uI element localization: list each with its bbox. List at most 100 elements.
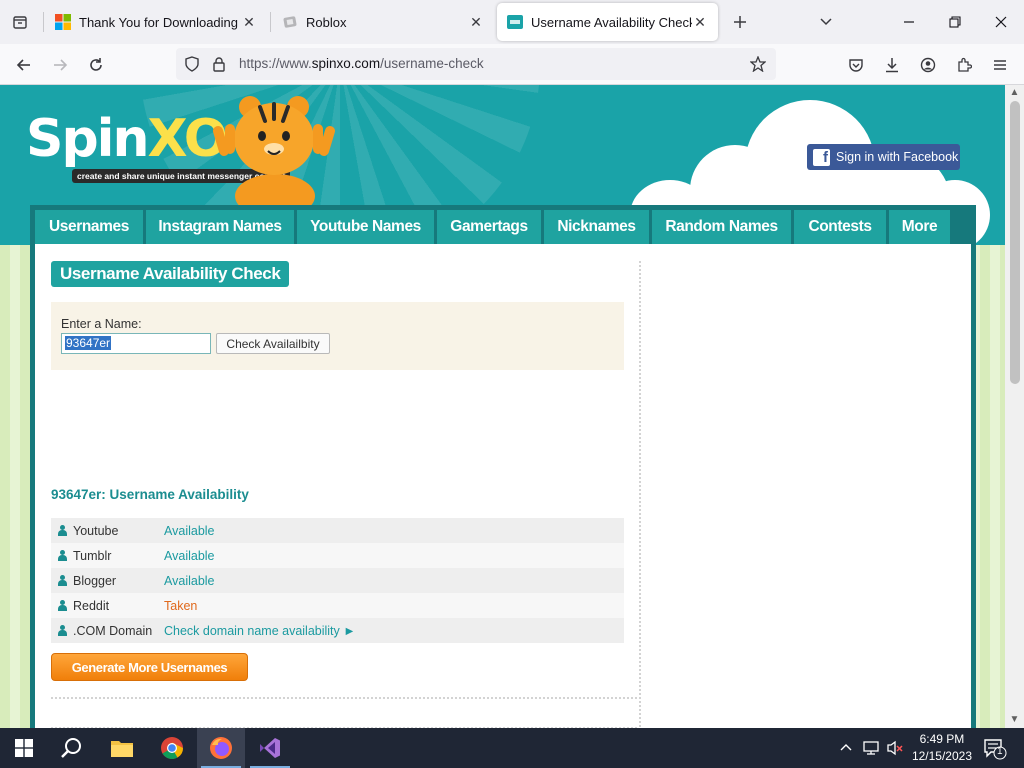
downloads-icon[interactable] bbox=[877, 50, 907, 80]
windows-taskbar: 6:49 PM 12/15/2023 1 bbox=[0, 728, 1024, 768]
scroll-up-icon[interactable]: ▲ bbox=[1008, 88, 1021, 98]
user-icon bbox=[58, 625, 67, 636]
facebook-signin-button[interactable]: f Sign in with Facebook bbox=[807, 144, 960, 170]
column-divider bbox=[639, 261, 641, 728]
tab-title: Username Availability Check bbox=[531, 14, 692, 30]
tab-username-check[interactable]: Username Availability Check ✕ bbox=[497, 3, 718, 41]
menu-item-contests[interactable]: Contests bbox=[794, 210, 886, 244]
microsoft-icon bbox=[55, 14, 71, 30]
check-availability-button[interactable]: Check Availailbity bbox=[216, 333, 330, 354]
divider bbox=[51, 697, 637, 699]
status-available[interactable]: Available bbox=[164, 574, 215, 588]
scroll-thumb[interactable] bbox=[1010, 101, 1020, 384]
lock-icon[interactable] bbox=[212, 56, 226, 77]
tab-thank-you[interactable]: Thank You for Downloading Vis ✕ bbox=[45, 3, 267, 41]
close-tab-icon[interactable]: ✕ bbox=[241, 14, 257, 31]
status-available[interactable]: Available bbox=[164, 524, 215, 538]
clock-time: 6:49 PM bbox=[919, 732, 965, 746]
show-hidden-icons-icon[interactable] bbox=[839, 740, 853, 757]
scroll-down-icon[interactable]: ▼ bbox=[1008, 715, 1021, 725]
site-name: .COM Domain bbox=[73, 623, 153, 638]
user-icon bbox=[58, 525, 67, 536]
clock-date: 12/15/2023 bbox=[911, 749, 972, 763]
status-taken: Taken bbox=[164, 598, 198, 613]
site-logo[interactable]: SpinXO bbox=[26, 109, 228, 169]
menu-item-usernames[interactable]: Usernames bbox=[35, 210, 143, 244]
tab-title: Thank You for Downloading Vis bbox=[79, 14, 241, 30]
web-page: SpinXO create and share unique instant m… bbox=[0, 85, 1005, 728]
site-name: Tumblr bbox=[73, 548, 112, 563]
site-name: Youtube bbox=[73, 523, 119, 538]
site-name: Blogger bbox=[73, 573, 117, 588]
page-scrollbar[interactable]: ▲ ▼ bbox=[1005, 85, 1024, 728]
bookmark-star-icon[interactable] bbox=[749, 55, 767, 77]
generate-more-usernames-button[interactable]: Generate More Usernames bbox=[51, 653, 248, 681]
tab-separator bbox=[270, 12, 271, 32]
results-table: Youtube Available Tumblr Available Blogg… bbox=[51, 518, 624, 643]
table-row: Reddit Taken bbox=[51, 593, 624, 618]
minimize-icon[interactable] bbox=[886, 0, 932, 44]
volume-muted-icon[interactable] bbox=[886, 740, 904, 759]
system-clock[interactable]: 6:49 PM 12/15/2023 bbox=[912, 731, 972, 765]
tab-bar: Thank You for Downloading Vis ✕ Roblox ✕… bbox=[0, 0, 1024, 44]
tab-separator bbox=[43, 12, 44, 32]
search-icon[interactable] bbox=[48, 728, 96, 768]
new-tab-icon[interactable] bbox=[717, 0, 763, 44]
table-row: Youtube Available bbox=[51, 518, 624, 543]
close-tab-icon[interactable]: ✕ bbox=[468, 14, 484, 31]
menu-item-instagram-names[interactable]: Instagram Names bbox=[146, 210, 294, 244]
url-bar[interactable]: https://www.spinxo.com/username-check bbox=[176, 48, 776, 80]
spinxo-icon bbox=[507, 15, 523, 29]
network-icon[interactable] bbox=[862, 740, 880, 759]
close-window-icon[interactable] bbox=[978, 0, 1024, 44]
tab-roblox[interactable]: Roblox ✕ bbox=[272, 3, 494, 41]
chrome-icon[interactable] bbox=[148, 728, 196, 768]
tab-title: Roblox bbox=[306, 14, 347, 30]
main-column: Username Availability Check Enter a Name… bbox=[51, 261, 637, 728]
username-check-form: Enter a Name: 93647er Check Availailbity bbox=[51, 302, 624, 370]
page-title: Username Availability Check bbox=[51, 261, 290, 287]
facebook-signin-label: Sign in with Facebook bbox=[836, 150, 959, 164]
menu-item-random-names[interactable]: Random Names bbox=[652, 210, 791, 244]
name-field-label: Enter a Name: bbox=[61, 317, 142, 331]
site-name: Reddit bbox=[73, 598, 110, 613]
facebook-icon: f bbox=[813, 148, 830, 166]
menu-hamburger-icon[interactable] bbox=[985, 50, 1015, 80]
table-row: Blogger Available bbox=[51, 568, 624, 593]
table-row: .COM Domain Check domain name availabili… bbox=[51, 618, 624, 643]
menu-item-gamertags[interactable]: Gamertags bbox=[437, 210, 541, 244]
chevron-down-icon[interactable] bbox=[803, 0, 849, 44]
user-icon bbox=[58, 575, 67, 586]
account-icon[interactable] bbox=[913, 50, 943, 80]
tiger-mascot-icon bbox=[213, 96, 335, 206]
close-tab-icon[interactable]: ✕ bbox=[692, 14, 708, 31]
extensions-icon[interactable] bbox=[949, 50, 979, 80]
reload-icon[interactable] bbox=[81, 50, 111, 80]
restore-icon[interactable] bbox=[932, 0, 978, 44]
table-row: Tumblr Available bbox=[51, 543, 624, 568]
forward-arrow-icon[interactable] bbox=[45, 50, 75, 80]
check-domain-link[interactable]: Check domain name availability ► bbox=[164, 624, 356, 638]
file-explorer-icon[interactable] bbox=[98, 728, 146, 768]
results-title: 93647er: Username Availability bbox=[51, 487, 249, 502]
notifications-icon[interactable]: 1 bbox=[983, 738, 1007, 763]
menu-item-youtube-names[interactable]: Youtube Names bbox=[297, 210, 434, 244]
back-arrow-icon[interactable] bbox=[9, 50, 39, 80]
pocket-icon[interactable] bbox=[841, 50, 871, 80]
windows-start-icon[interactable] bbox=[0, 728, 48, 768]
shield-icon[interactable] bbox=[184, 56, 200, 77]
main-menu: Usernames Instagram Names Youtube Names … bbox=[35, 210, 971, 244]
user-icon bbox=[58, 600, 67, 611]
name-input[interactable]: 93647er bbox=[61, 333, 211, 354]
visual-studio-icon[interactable] bbox=[246, 728, 294, 768]
name-input-value: 93647er bbox=[65, 336, 112, 350]
roblox-icon bbox=[283, 16, 297, 28]
firefox-icon[interactable] bbox=[197, 728, 245, 768]
navigation-toolbar: https://www.spinxo.com/username-check bbox=[0, 44, 1024, 85]
user-icon bbox=[58, 550, 67, 561]
list-all-tabs-icon[interactable] bbox=[0, 0, 40, 44]
menu-item-nicknames[interactable]: Nicknames bbox=[544, 210, 649, 244]
url-text[interactable]: https://www.spinxo.com/username-check bbox=[239, 56, 484, 71]
menu-item-more[interactable]: More bbox=[889, 210, 950, 244]
status-available[interactable]: Available bbox=[164, 549, 215, 563]
